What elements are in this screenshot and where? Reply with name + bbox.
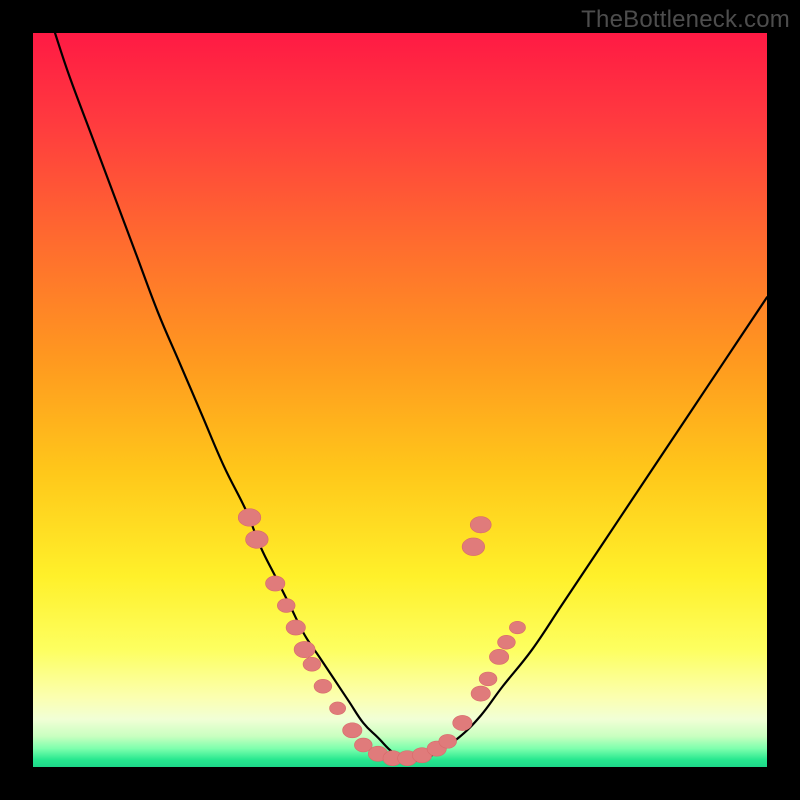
data-dot xyxy=(479,672,497,686)
data-dot xyxy=(343,723,362,738)
chart-svg xyxy=(33,33,767,767)
plot-area xyxy=(33,33,767,767)
data-dot xyxy=(453,715,472,730)
data-dot xyxy=(294,641,315,657)
watermark-text: TheBottleneck.com xyxy=(581,6,790,34)
data-dot xyxy=(330,702,346,715)
data-dot xyxy=(439,734,457,748)
data-dot xyxy=(470,517,491,533)
data-dot xyxy=(286,620,305,635)
data-dot xyxy=(509,621,525,634)
data-dot xyxy=(238,509,261,527)
data-dot xyxy=(246,531,269,549)
chart-frame: TheBottleneck.com xyxy=(0,0,800,800)
data-dot xyxy=(266,576,285,591)
data-dot xyxy=(489,649,508,664)
data-dot xyxy=(462,538,485,556)
data-dot xyxy=(314,679,332,693)
data-dot xyxy=(498,635,516,649)
gradient-background xyxy=(33,33,767,767)
data-dot xyxy=(277,599,295,613)
data-dot xyxy=(303,657,321,671)
data-dot xyxy=(471,686,490,701)
